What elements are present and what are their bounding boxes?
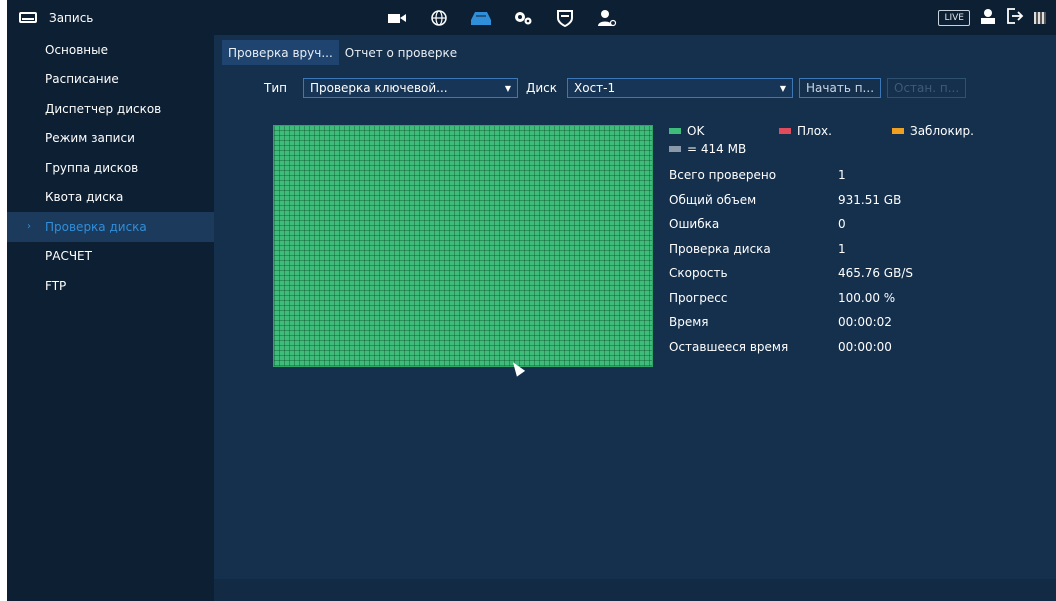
disk-select-value: Хост-1 xyxy=(574,81,616,95)
legend-bad: Плох. xyxy=(779,124,892,138)
sidebar-item-label: Режим записи xyxy=(45,131,135,146)
stat-label: Всего проверено xyxy=(669,168,777,183)
sidebar-item-label: FTP xyxy=(45,278,67,293)
legend-locked-label: Заблокир. xyxy=(910,124,974,138)
main-content: Проверка вруч... Отчет о проверке Тип Пр… xyxy=(214,35,1056,601)
stat-label: Прогресс xyxy=(669,290,728,305)
user-icon[interactable] xyxy=(980,8,996,27)
legend-row-block-size: = 414 MB xyxy=(669,140,974,158)
legend-ok-swatch xyxy=(669,128,681,134)
stat-row: Общий объем 931.51 GB xyxy=(669,188,913,213)
storage-icon[interactable] xyxy=(471,8,491,28)
qr-code-icon[interactable] xyxy=(1034,11,1046,24)
app-title[interactable]: Запись xyxy=(19,0,93,35)
stat-label: Общий объем xyxy=(669,192,757,207)
stat-row: Скорость 465.76 GB/S xyxy=(669,261,913,286)
stat-value: 931.51 GB xyxy=(838,192,902,207)
filter-row: Тип Проверка ключевой... ▼ Диск Хост-1 ▼… xyxy=(264,77,967,99)
stat-row: Всего проверено 1 xyxy=(669,163,913,188)
dropdown-arrow-icon: ▼ xyxy=(504,83,511,93)
app-window: Запись LIVE Основные Расписание Диспетче… xyxy=(7,0,1056,601)
live-button[interactable]: LIVE xyxy=(938,9,970,26)
disk-label: Диск xyxy=(525,81,558,95)
sidebar-item-disk-check[interactable]: › Проверка диска xyxy=(7,212,214,242)
stat-row: Время 00:00:02 xyxy=(669,310,913,335)
sidebar-item-record-mode[interactable]: Режим записи xyxy=(7,124,214,154)
legend-block: = 414 MB xyxy=(669,142,746,156)
stat-row: Проверка диска 1 xyxy=(669,237,913,262)
account-icon[interactable] xyxy=(597,8,617,28)
tab-manual-check[interactable]: Проверка вруч... xyxy=(222,40,339,65)
sidebar-item-calculation[interactable]: РАСЧЕТ xyxy=(7,242,214,272)
sidebar: Основные Расписание Диспетчер дисков Реж… xyxy=(7,35,214,601)
logout-icon[interactable] xyxy=(1006,8,1024,27)
legend-ok-label: OK xyxy=(687,124,705,138)
sidebar-item-disk-group[interactable]: Группа дисков xyxy=(7,153,214,183)
stat-value: 465.76 GB/S xyxy=(838,266,913,281)
sidebar-item-label: Расписание xyxy=(45,72,119,87)
sidebar-item-schedule[interactable]: Расписание xyxy=(7,65,214,95)
settings-icon[interactable] xyxy=(513,8,533,28)
legend: OK Плох. Заблокир. = 414 MB xyxy=(669,122,974,158)
nav-icons xyxy=(387,0,617,35)
sidebar-item-ftp[interactable]: FTP xyxy=(7,271,214,301)
legend-block-size-label: = 414 MB xyxy=(687,142,747,156)
legend-ok: OK xyxy=(669,124,779,138)
security-icon[interactable] xyxy=(555,8,575,28)
tab-check-report[interactable]: Отчет о проверке xyxy=(339,40,463,65)
sidebar-item-label: Диспетчер дисков xyxy=(45,101,162,116)
stat-row: Прогресс 100.00 % xyxy=(669,286,913,311)
disk-select[interactable]: Хост-1 ▼ xyxy=(567,78,794,98)
start-check-button[interactable]: Начать п... xyxy=(799,78,882,98)
hdd-icon xyxy=(19,12,37,23)
legend-bad-swatch xyxy=(779,128,791,134)
legend-block-swatch xyxy=(669,146,681,152)
stat-label: Скорость xyxy=(669,266,728,281)
stop-check-button[interactable]: Остан. п... xyxy=(887,78,967,98)
stat-value: 1 xyxy=(838,168,846,183)
sidebar-item-disk-quota[interactable]: Квота диска xyxy=(7,183,214,213)
stat-row: Оставшееся время 00:00:00 xyxy=(669,335,913,360)
sidebar-item-disk-manager[interactable]: Диспетчер дисков xyxy=(7,94,214,124)
check-stats: Всего проверено 1 Общий объем 931.51 GB Ош… xyxy=(669,163,913,359)
app-title-label: Запись xyxy=(49,10,94,25)
sidebar-item-basic[interactable]: Основные xyxy=(7,35,214,65)
dropdown-arrow-icon: ▼ xyxy=(779,83,787,93)
stat-value: 00:00:02 xyxy=(838,315,892,330)
legend-locked-swatch xyxy=(892,128,904,134)
type-select-value: Проверка ключевой... xyxy=(309,81,448,95)
sidebar-item-label: РАСЧЕТ xyxy=(45,249,92,264)
tab-bar: Проверка вруч... Отчет о проверке xyxy=(222,40,463,65)
stat-label: Оставшееся время xyxy=(669,339,789,354)
stat-value: 00:00:00 xyxy=(838,339,892,354)
stat-value: 100.00 % xyxy=(838,290,896,305)
sidebar-item-label: Проверка диска xyxy=(45,219,147,234)
type-label: Тип xyxy=(264,81,287,95)
bottom-bar xyxy=(214,579,1056,601)
sidebar-item-label: Основные xyxy=(45,42,109,57)
legend-row-status: OK Плох. Заблокир. xyxy=(669,122,974,140)
stat-label: Время xyxy=(669,315,709,330)
stat-value: 1 xyxy=(838,241,846,256)
sidebar-item-label: Квота диска xyxy=(45,190,124,205)
type-select[interactable]: Проверка ключевой... ▼ xyxy=(302,78,518,98)
legend-bad-label: Плох. xyxy=(797,124,832,138)
sidebar-item-label: Группа дисков xyxy=(45,160,139,175)
stat-label: Проверка диска xyxy=(669,241,771,256)
disk-block-map xyxy=(273,125,653,367)
stat-row: Ошибка 0 xyxy=(669,212,913,237)
stat-value: 0 xyxy=(838,217,846,232)
camera-icon[interactable] xyxy=(387,8,407,28)
legend-locked: Заблокир. xyxy=(892,124,974,138)
top-bar: Запись LIVE xyxy=(7,0,1056,35)
network-icon[interactable] xyxy=(429,8,449,28)
top-right-controls: LIVE xyxy=(938,0,1046,35)
stat-label: Ошибка xyxy=(669,217,720,232)
chevron-right-icon: › xyxy=(27,221,31,233)
